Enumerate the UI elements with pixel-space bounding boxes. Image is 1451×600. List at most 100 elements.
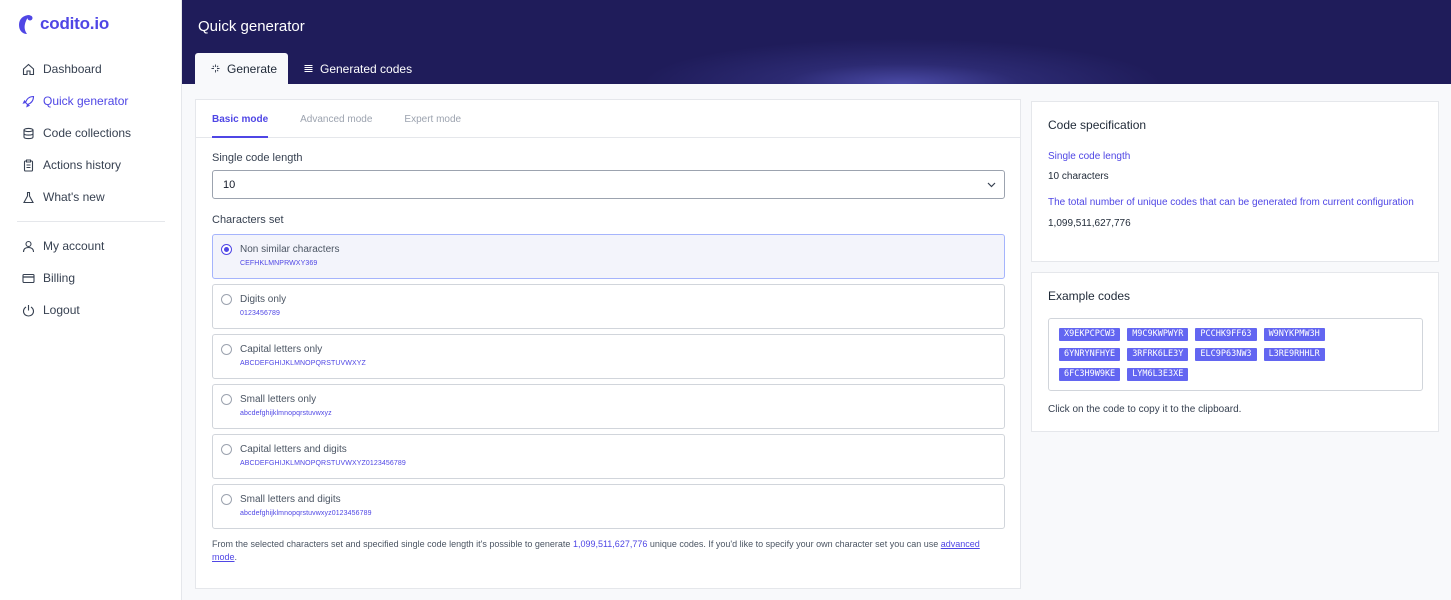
sidebar-item-label: What's new — [43, 190, 105, 204]
charset-label: Characters set — [212, 214, 284, 226]
radio-button[interactable] — [221, 344, 232, 355]
sidebar-item-quick-generator[interactable]: Quick generator — [0, 85, 182, 117]
footnote-text: . — [234, 552, 238, 562]
page-title: Quick generator — [198, 18, 305, 35]
radio-button[interactable] — [221, 294, 232, 305]
page-header: Quick generator Generate Generated codes — [182, 0, 1451, 84]
sidebar-item-label: Quick generator — [43, 94, 129, 108]
sidebar-item-my-account[interactable]: My account — [0, 230, 182, 262]
radio-button[interactable] — [221, 394, 232, 405]
power-icon — [22, 304, 35, 317]
charset-options: Non similar characters CEFHKLMNPRWXY369 … — [212, 234, 1005, 534]
example-code[interactable]: 6YNRYNFHYE — [1059, 348, 1121, 361]
copy-hint: Click on the code to copy it to the clip… — [1048, 404, 1242, 415]
spec-total-value: 1,099,511,627,776 — [1048, 218, 1131, 229]
spec-length-value: 10 characters — [1048, 171, 1109, 182]
sparkle-icon — [211, 64, 220, 73]
example-code[interactable]: X9EKPCPCW3 — [1059, 328, 1121, 341]
code-spec-card: Code specification Single code length 10… — [1031, 101, 1439, 262]
card-title: Code specification — [1048, 118, 1147, 132]
sidebar-item-logout[interactable]: Logout — [0, 294, 182, 326]
tab-advanced-mode[interactable]: Advanced mode — [300, 100, 372, 137]
sidebar-item-actions-history[interactable]: Actions history — [0, 149, 182, 181]
footnote-count: 1,099,511,627,776 — [572, 539, 648, 549]
footnote-text: unique codes. If you'd like to specify y… — [647, 539, 941, 549]
tab-basic-mode[interactable]: Basic mode — [212, 100, 269, 138]
option-title: Digits only — [240, 294, 287, 305]
logo[interactable]: codito.io — [18, 12, 109, 36]
generator-footnote: From the selected characters set and spe… — [212, 538, 1005, 564]
charset-option-digits[interactable]: Digits only 0123456789 — [212, 284, 1005, 329]
codes-box: X9EKPCPCW3 M9C9KWPWYR PCCHK9FF63 W9NYKPM… — [1048, 318, 1423, 391]
code-length-select[interactable]: 10 — [212, 170, 1005, 199]
sidebar-item-label: Dashboard — [43, 62, 102, 76]
mode-tabs: Basic mode Advanced mode Expert mode — [196, 100, 1020, 138]
sidebar-item-label: My account — [43, 239, 105, 253]
sidebar-divider — [17, 221, 165, 222]
charset-option-small[interactable]: Small letters only abcdefghijklmnopqrstu… — [212, 384, 1005, 429]
option-chars: 0123456789 — [240, 310, 280, 317]
database-icon — [22, 127, 35, 140]
example-code[interactable]: PCCHK9FF63 — [1195, 328, 1257, 341]
example-code[interactable]: L3RE9RHHLR — [1263, 348, 1325, 361]
example-code[interactable]: 6FC3H9W9KE — [1059, 368, 1121, 381]
flask-icon — [22, 191, 35, 204]
sidebar-item-dashboard[interactable]: Dashboard — [0, 53, 182, 85]
credit-card-icon — [22, 272, 35, 285]
tab-generated-codes[interactable]: Generated codes — [288, 53, 428, 84]
generator-card: Basic mode Advanced mode Expert mode Sin… — [195, 99, 1021, 589]
option-title: Small letters and digits — [240, 494, 341, 505]
option-title: Capital letters and digits — [240, 444, 347, 455]
codes-list: X9EKPCPCW3 M9C9KWPWYR PCCHK9FF63 W9NYKPM… — [1059, 328, 1389, 388]
option-chars: CEFHKLMNPRWXY369 — [240, 260, 318, 267]
example-code[interactable]: LYM6L3E3XE — [1127, 368, 1189, 381]
card-title: Example codes — [1048, 289, 1131, 303]
logo-mark-icon — [18, 13, 34, 35]
option-title: Capital letters only — [240, 344, 323, 355]
charset-option-capital-digits[interactable]: Capital letters and digits ABCDEFGHIJKLM… — [212, 434, 1005, 479]
tab-expert-mode[interactable]: Expert mode — [404, 100, 461, 137]
radio-button[interactable] — [221, 494, 232, 505]
option-chars: abcdefghijklmnopqrstuvwxyz — [240, 410, 332, 417]
footnote-text: From the selected characters set and spe… — [212, 539, 573, 549]
option-chars: ABCDEFGHIJKLMNOPQRSTUVWXYZ0123456789 — [240, 460, 406, 467]
list-icon — [304, 64, 313, 73]
spec-length-label: Single code length — [1048, 151, 1131, 162]
header-tabs: Generate Generated codes — [195, 53, 428, 84]
sidebar-item-code-collections[interactable]: Code collections — [0, 117, 182, 149]
tab-label: Generated codes — [320, 61, 413, 76]
home-icon — [22, 63, 35, 76]
example-codes-card: Example codes X9EKPCPCW3 M9C9KWPWYR PCCH… — [1031, 272, 1439, 432]
sidebar-item-label: Code collections — [43, 126, 132, 140]
user-icon — [22, 240, 35, 253]
sidebar-item-billing[interactable]: Billing — [0, 262, 182, 294]
option-chars: ABCDEFGHIJKLMNOPQRSTUVWXYZ — [240, 360, 366, 367]
sidebar-nav: Dashboard Quick generator Code collectio… — [0, 53, 182, 326]
spec-total-label: The total number of unique codes that ca… — [1048, 197, 1414, 208]
sidebar: codito.io Dashboard Quick generator Code… — [0, 0, 182, 600]
tab-generate[interactable]: Generate — [195, 53, 288, 84]
charset-option-non-similar[interactable]: Non similar characters CEFHKLMNPRWXY369 — [212, 234, 1005, 279]
sidebar-item-label: Actions history — [43, 158, 122, 172]
example-code[interactable]: 3RFRK6LE3Y — [1127, 348, 1189, 361]
example-code[interactable]: M9C9KWPWYR — [1127, 328, 1189, 341]
option-title: Non similar characters — [240, 244, 340, 255]
charset-option-capital[interactable]: Capital letters only ABCDEFGHIJKLMNOPQRS… — [212, 334, 1005, 379]
charset-option-small-digits[interactable]: Small letters and digits abcdefghijklmno… — [212, 484, 1005, 529]
chevron-down-icon — [986, 179, 997, 193]
clipboard-icon — [22, 159, 35, 172]
rocket-icon — [22, 95, 35, 108]
sidebar-item-label: Billing — [43, 271, 76, 285]
radio-button[interactable] — [221, 444, 232, 455]
example-code[interactable]: W9NYKPMW3H — [1263, 328, 1325, 341]
radio-button[interactable] — [221, 244, 232, 255]
option-title: Small letters only — [240, 394, 317, 405]
code-length-value: 10 — [223, 178, 236, 191]
option-chars: abcdefghijklmnopqrstuvwxyz0123456789 — [240, 510, 372, 517]
logo-text: codito.io — [40, 14, 110, 33]
sidebar-item-label: Logout — [43, 303, 80, 317]
tab-label: Generate — [227, 61, 278, 76]
code-length-label: Single code length — [212, 152, 303, 164]
sidebar-item-whats-new[interactable]: What's new — [0, 181, 182, 213]
example-code[interactable]: ELC9P63NW3 — [1195, 348, 1257, 361]
